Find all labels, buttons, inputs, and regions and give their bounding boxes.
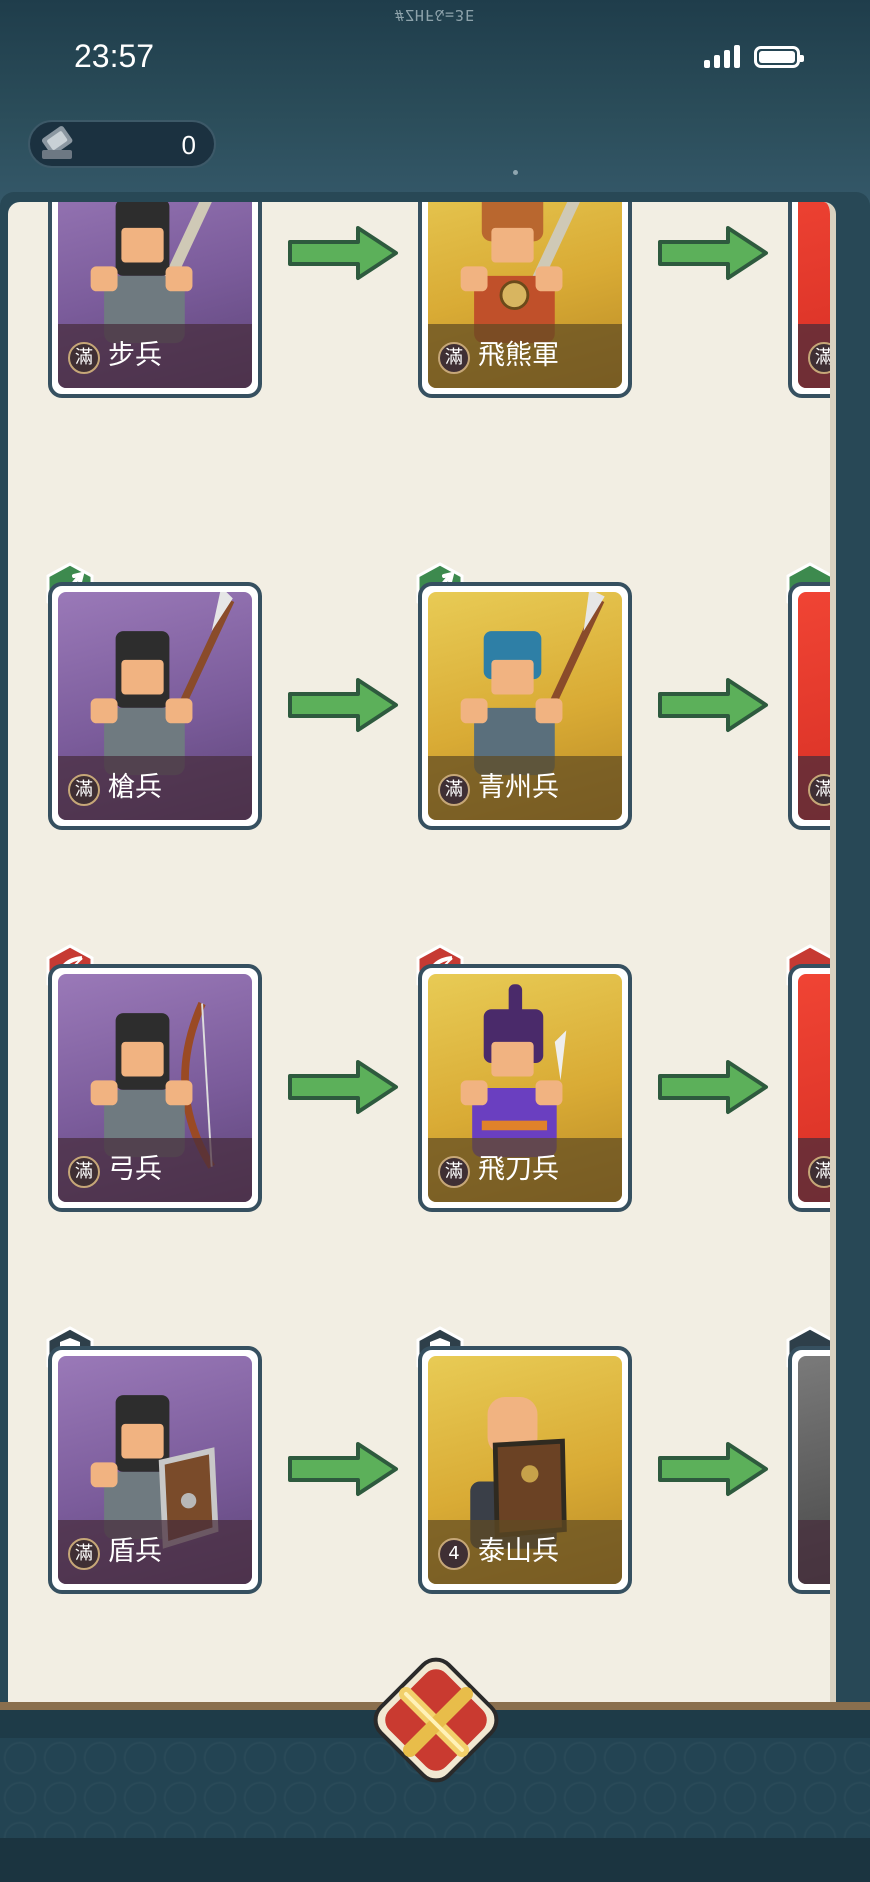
- unit-card[interactable]: 滿 步兵: [48, 202, 262, 398]
- unit-card[interactable]: 滿 飛熊軍: [418, 202, 632, 398]
- level-badge: 滿: [438, 342, 470, 374]
- upgrade-arrow-icon: [658, 1442, 768, 1496]
- unit-name: 泰山兵: [478, 1536, 559, 1567]
- top-background: [0, 0, 870, 210]
- unit-card[interactable]: 滿 飛刀兵: [418, 964, 632, 1212]
- battery-icon: [754, 46, 804, 68]
- resource-counter[interactable]: 0: [28, 120, 216, 168]
- bottom-strip: [0, 1838, 870, 1882]
- unit-card[interactable]: 滿 槍兵: [48, 582, 262, 830]
- unit-card[interactable]: 滿 盾兵: [48, 1346, 262, 1594]
- unit-card[interactable]: 4 泰山兵: [418, 1346, 632, 1594]
- level-badge: 滿: [438, 774, 470, 806]
- status-icons: [704, 44, 804, 68]
- unit-name: 青州兵: [478, 772, 559, 803]
- unit-grid[interactable]: 滿 步兵 滿 飛熊軍 滿 槍兵 滿 青州兵 滿 弓兵 滿 飛刀兵 滿 盾兵 4 …: [8, 202, 830, 1647]
- level-badge: 滿: [68, 774, 100, 806]
- unit-card[interactable]: 滿: [788, 582, 830, 830]
- unit-name: 槍兵: [108, 772, 162, 803]
- unit-card[interactable]: [788, 1346, 830, 1594]
- unit-row-shield: 滿 盾兵 4 泰山兵: [8, 1326, 830, 1647]
- decorative-dot: [513, 170, 518, 175]
- unit-name: 飛熊軍: [478, 340, 559, 371]
- unit-row-archer: 滿 弓兵 滿 飛刀兵: [8, 944, 830, 1284]
- upgrade-arrow-icon: [288, 1442, 398, 1496]
- mirrored-watermark-text: #ZHF&=3E: [394, 6, 476, 24]
- resource-value: 0: [181, 130, 196, 160]
- upgrade-arrow-icon: [288, 678, 398, 732]
- level-badge: 滿: [68, 342, 100, 374]
- level-badge: 4: [438, 1538, 470, 1570]
- upgrade-arrow-icon: [658, 678, 768, 732]
- anvil-icon: [41, 126, 73, 159]
- crossed-swords-button[interactable]: [366, 1650, 506, 1790]
- unit-upgrade-panel: 滿 步兵 滿 飛熊軍 滿 槍兵 滿 青州兵 滿 弓兵 滿 飛刀兵 滿 盾兵 4 …: [8, 202, 836, 1742]
- status-time: 23:57: [74, 38, 155, 74]
- unit-card[interactable]: 滿 青州兵: [418, 582, 632, 830]
- unit-name: 飛刀兵: [478, 1154, 559, 1185]
- upgrade-arrow-icon: [658, 226, 768, 280]
- unit-name: 步兵: [108, 340, 162, 371]
- level-badge: 滿: [68, 1156, 100, 1188]
- level-badge: 滿: [68, 1538, 100, 1570]
- unit-card[interactable]: 滿: [788, 202, 830, 398]
- unit-card[interactable]: 滿: [788, 964, 830, 1212]
- unit-row-infantry: 滿 步兵 滿 飛熊軍: [8, 202, 830, 470]
- upgrade-arrow-icon: [658, 1060, 768, 1114]
- unit-card[interactable]: 滿 弓兵: [48, 964, 262, 1212]
- upgrade-arrow-icon: [288, 226, 398, 280]
- signal-icon: [704, 44, 740, 68]
- unit-name: 弓兵: [108, 1154, 162, 1185]
- upgrade-arrow-icon: [288, 1060, 398, 1114]
- unit-row-spear: 滿 槍兵 滿 青州兵: [8, 562, 830, 902]
- level-badge: 滿: [438, 1156, 470, 1188]
- unit-name: 盾兵: [108, 1536, 162, 1567]
